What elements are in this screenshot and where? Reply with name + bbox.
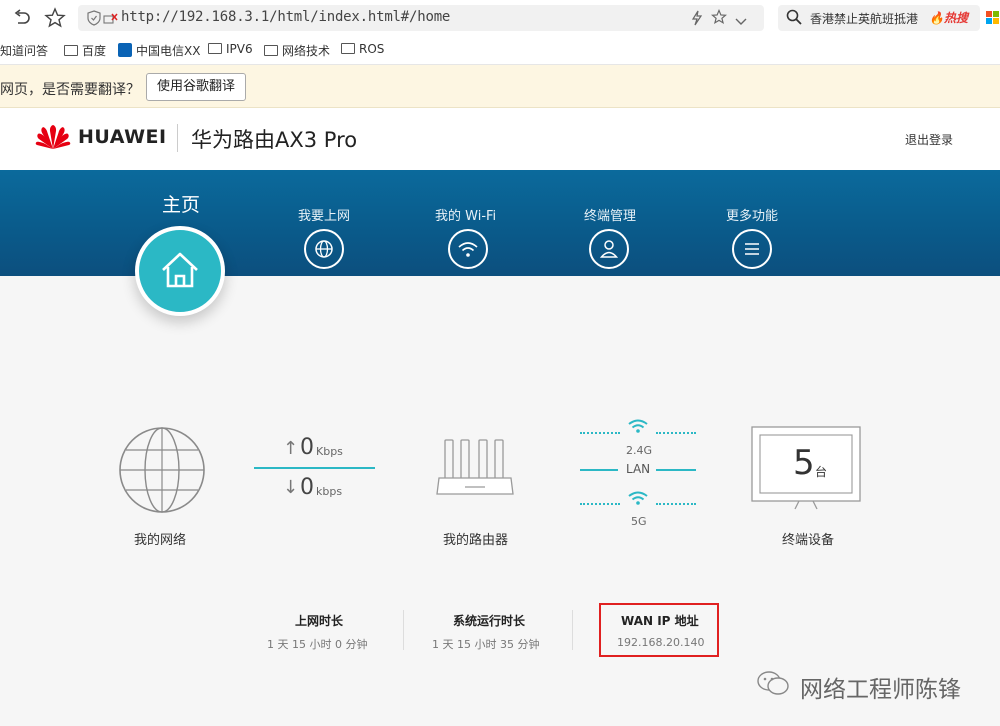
chevron-down-icon[interactable] [735,12,747,31]
bookmark-telecom[interactable]: 中国电信XX [118,42,200,59]
windows-logo-icon[interactable] [986,10,1000,29]
flame-icon: 🔥 [929,11,944,25]
bookmark-ipv6[interactable]: IPV6 [208,42,253,56]
back-icon[interactable] [12,8,32,32]
security-shield-icon[interactable] [86,10,102,30]
lan-right-line [656,469,696,471]
nav-more-label[interactable]: 更多功能 [726,205,778,224]
wan-ip-label: WAN IP 地址 [621,614,699,628]
bookmark-baidu[interactable]: 百度 [64,42,106,59]
hot-search-badge[interactable]: 🔥热搜 [929,9,968,26]
bookmark-label: 网络技术 [282,44,331,58]
lan-label: LAN [626,462,651,476]
stat-separator [572,610,573,650]
brand-name: HUAWEI [78,126,167,148]
band-24-right-dots [656,432,696,434]
bookmark-label: 中国电信XX [136,44,201,58]
bookmark-network-tech[interactable]: 网络技术 [264,42,330,59]
watermark-text: 网络工程师陈锋 [800,677,961,703]
my-network-label[interactable]: 我的网络 [134,529,186,548]
device-count: 5 [793,443,815,483]
translate-prompt: 网页，是否需要翻译？ [0,82,140,98]
band-5-label: 5G [631,515,647,528]
network-globe-icon[interactable] [118,426,206,518]
lan-left-line [580,469,618,471]
home-nav-button[interactable] [135,226,225,316]
huawei-logo-icon [35,123,71,155]
online-duration-label: 上网时长 [295,614,344,628]
bookmark-label: ROS [359,42,385,56]
my-router-label[interactable]: 我的路由器 [443,529,508,548]
insecure-icon [102,10,118,30]
header-divider [177,124,178,152]
uptime-label: 系统运行时长 [453,614,526,628]
home-icon [162,252,198,288]
download-unit: kbps [316,485,343,498]
lightning-icon[interactable] [690,10,704,30]
uptime-value: 1 天 15 小时 35 分钟 [432,638,540,651]
wan-ip-value: 192.168.20.140 [617,636,705,649]
bookmark-label: IPV6 [226,42,253,56]
search-icon[interactable] [786,9,802,29]
upload-unit: Kbps [316,445,343,458]
speed-divider [254,467,375,469]
download-speed: 0 [300,475,314,500]
folder-icon [341,43,355,54]
bookmark-label: 百度 [82,44,107,58]
bookmark-ros[interactable]: ROS [341,42,384,56]
folder-icon [64,45,78,56]
hot-search-label: 热搜 [943,11,968,25]
band-24-label: 2.4G [626,444,653,457]
bookmark-label: 知道问答 [0,44,49,58]
nav-wifi-label[interactable]: 我的 Wi-Fi [435,205,496,224]
router-icon[interactable] [435,438,515,504]
user-nav-icon[interactable] [589,229,629,269]
translate-button[interactable]: 使用谷歌翻译 [146,73,246,101]
nav-devices-label[interactable]: 终端管理 [584,205,636,224]
nav-internet-label[interactable]: 我要上网 [298,205,350,224]
bookmark-zhidao[interactable]: 知道问答 [0,42,48,59]
folder-icon [208,43,222,54]
product-title: 华为路由AX3 Pro [191,128,358,152]
nav-home-label[interactable]: 主页 [162,190,200,217]
stat-separator [403,610,404,650]
band-5-left-dots [580,503,620,505]
wechat-icon [756,670,790,700]
band-5-right-dots [656,503,696,505]
url-text[interactable]: http://192.168.3.1/html/index.html#/home [121,9,450,25]
wifi-5-icon [627,490,649,510]
wifi-24-icon [627,418,649,438]
globe-nav-icon[interactable] [304,229,344,269]
bookmark-star-icon[interactable] [710,8,728,29]
menu-nav-icon[interactable] [732,229,772,269]
folder-icon [264,45,278,56]
online-duration-value: 1 天 15 小时 0 分钟 [267,638,368,651]
telecom-logo-icon [118,43,132,57]
favorite-star-icon[interactable] [44,7,66,33]
device-count-unit: 台 [815,465,828,479]
search-text[interactable]: 香港禁止英航班抵港 [810,10,918,27]
logout-link[interactable]: 退出登录 [905,131,953,148]
upload-speed: 0 [300,435,314,460]
band-24-left-dots [580,432,620,434]
wifi-nav-icon[interactable] [448,229,488,269]
devices-label[interactable]: 终端设备 [782,529,834,548]
upload-arrow-icon: ↑ [283,438,299,459]
download-arrow-icon: ↓ [283,477,299,498]
